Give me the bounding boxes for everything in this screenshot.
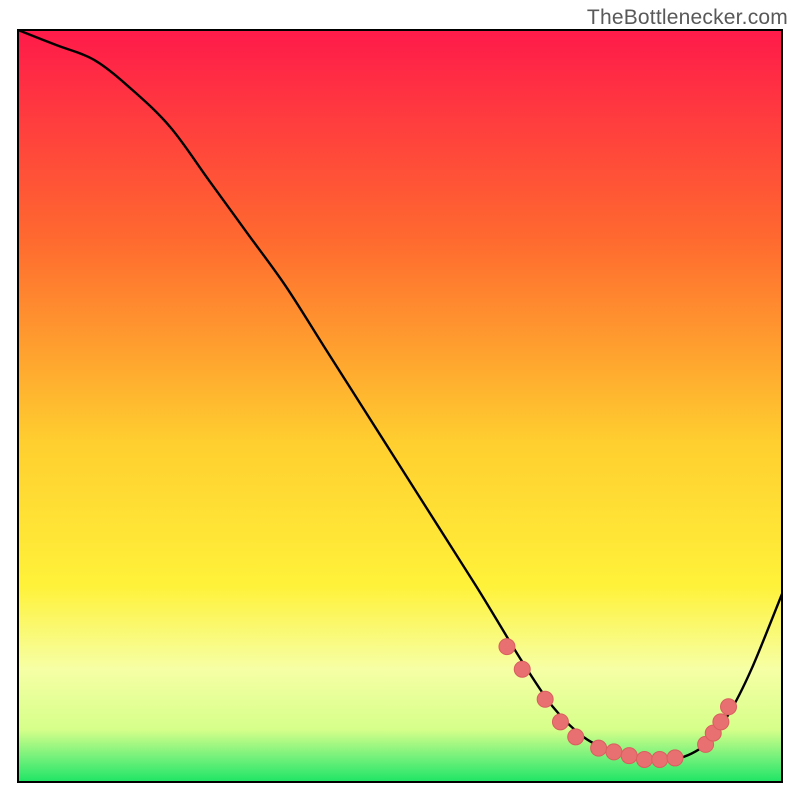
data-point-marker [514, 661, 530, 677]
gradient-background [18, 30, 782, 782]
data-point-marker [537, 691, 553, 707]
data-point-marker [591, 740, 607, 756]
data-point-marker [606, 744, 622, 760]
data-point-marker [568, 729, 584, 745]
data-point-marker [621, 748, 637, 764]
data-point-marker [552, 714, 568, 730]
data-point-marker [652, 751, 668, 767]
data-point-marker [713, 714, 729, 730]
data-point-marker [499, 639, 515, 655]
bottleneck-chart: TheBottlenecker.com [0, 0, 800, 800]
data-point-marker [667, 750, 683, 766]
watermark-label: TheBottlenecker.com [587, 6, 788, 30]
chart-svg [0, 0, 800, 800]
data-point-marker [636, 751, 652, 767]
data-point-marker [721, 699, 737, 715]
